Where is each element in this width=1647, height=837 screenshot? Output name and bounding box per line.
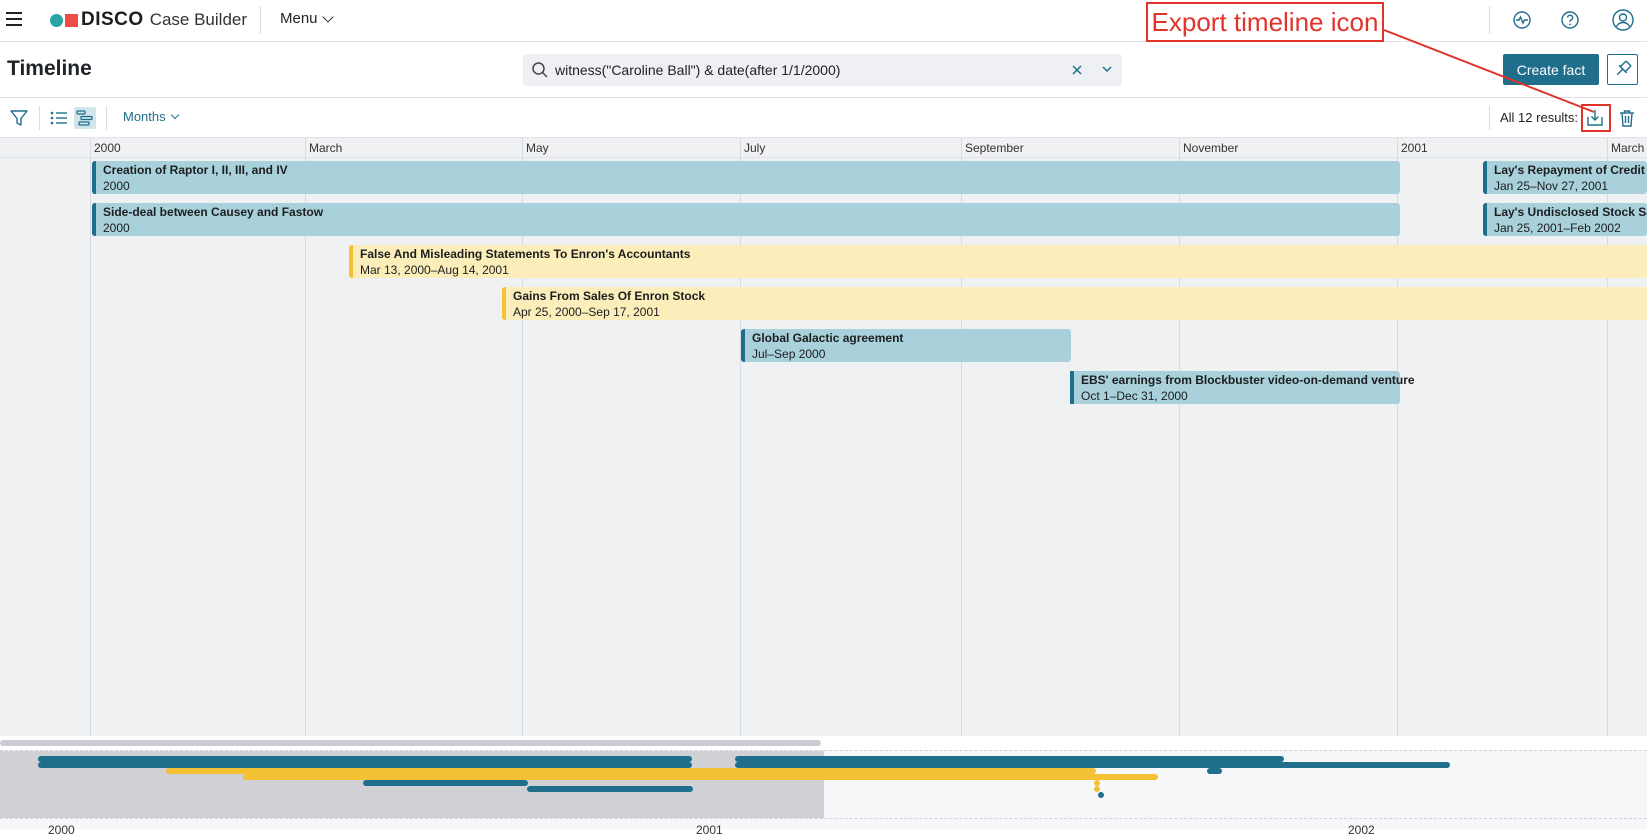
title-row: Timeline Create fact bbox=[0, 42, 1647, 98]
fact-date: Jul–Sep 2000 bbox=[752, 347, 826, 361]
logo-brand: DISCO bbox=[81, 9, 144, 30]
results-count: All 12 results: bbox=[1500, 110, 1579, 125]
horizontal-scrollbar[interactable] bbox=[0, 740, 821, 746]
logo-square bbox=[65, 13, 78, 27]
timeline-fact-bar[interactable]: Creation of Raptor I, II, III, and IV 20… bbox=[92, 161, 1400, 194]
create-fact-button[interactable]: Create fact bbox=[1503, 54, 1599, 85]
overview-bar bbox=[363, 780, 528, 786]
axis-label: March bbox=[1611, 141, 1645, 155]
fact-title: False And Misleading Statements To Enron… bbox=[360, 247, 691, 261]
axis-label: July bbox=[744, 141, 766, 155]
chevron-down-icon bbox=[170, 110, 179, 119]
user-icon[interactable] bbox=[1611, 8, 1635, 32]
overview-axis-label: 2002 bbox=[1348, 823, 1375, 837]
axis-rule bbox=[0, 157, 1647, 158]
axis-label: May bbox=[526, 141, 549, 155]
timeline-view-icon[interactable] bbox=[74, 107, 96, 129]
fact-date: Oct 1–Dec 31, 2000 bbox=[1081, 389, 1188, 403]
axis-label: 2000 bbox=[94, 141, 121, 155]
fact-date: Apr 25, 2000–Sep 17, 2001 bbox=[513, 305, 660, 319]
hamburger-icon[interactable] bbox=[6, 12, 22, 26]
divider bbox=[39, 106, 40, 130]
search-bar[interactable] bbox=[523, 54, 1122, 86]
fact-title: Lay's Repayment of Credit bbox=[1494, 163, 1645, 177]
timeline-fact-bar[interactable]: EBS' earnings from Blockbuster video-on-… bbox=[1070, 371, 1415, 404]
bar-edge bbox=[1483, 161, 1487, 194]
timeline-fact-bar[interactable]: Lay's Undisclosed Stock Sa Jan 25, 2001–… bbox=[1483, 203, 1647, 236]
activity-icon[interactable] bbox=[1511, 9, 1533, 31]
timeline-fact-bar[interactable]: Gains From Sales Of Enron Stock Apr 25, … bbox=[502, 287, 1647, 320]
search-input[interactable] bbox=[555, 54, 1055, 86]
zoom-select[interactable]: Months bbox=[123, 109, 179, 124]
fact-title: Lay's Undisclosed Stock Sa bbox=[1494, 205, 1647, 219]
divider bbox=[260, 6, 261, 34]
fact-title: Gains From Sales Of Enron Stock bbox=[513, 289, 706, 303]
timeline-canvas[interactable]: 2000 March May July September November 2… bbox=[0, 138, 1647, 736]
bar-edge bbox=[92, 161, 96, 194]
search-icon bbox=[532, 62, 548, 78]
bar-edge bbox=[92, 203, 96, 236]
menu-label: Menu bbox=[280, 10, 318, 27]
overview-axis-label: 2000 bbox=[48, 823, 75, 837]
top-bar: DISCO Case Builder Menu bbox=[0, 0, 1647, 42]
bar-edge bbox=[1483, 203, 1487, 236]
fact-date: 2000 bbox=[103, 179, 130, 193]
axis-label: March bbox=[309, 141, 343, 155]
bar-edge bbox=[502, 287, 506, 320]
overview-bar bbox=[527, 786, 693, 792]
timeline-fact-bar[interactable]: Side-deal between Causey and Fastow 2000 bbox=[92, 203, 1400, 236]
zoom-label: Months bbox=[123, 109, 166, 124]
annotation-callout: Export timeline icon bbox=[1146, 2, 1384, 42]
logo-dot bbox=[50, 13, 63, 27]
timeline-fact-bar[interactable]: False And Misleading Statements To Enron… bbox=[349, 245, 1647, 278]
overview-marker bbox=[1094, 786, 1100, 792]
divider bbox=[106, 106, 107, 130]
axis-label: November bbox=[1183, 141, 1239, 155]
fact-title: EBS' earnings from Blockbuster video-on-… bbox=[1081, 373, 1415, 387]
gridline bbox=[90, 138, 91, 736]
fact-date: Jan 25, 2001–Feb 2002 bbox=[1494, 221, 1621, 235]
chevron-down-icon bbox=[321, 10, 334, 23]
axis-label: September bbox=[965, 141, 1024, 155]
axis-label: 2001 bbox=[1401, 141, 1428, 155]
logo-product: Case Builder bbox=[149, 10, 248, 29]
help-icon[interactable] bbox=[1559, 9, 1581, 31]
timeline-overview[interactable]: 2000 2001 2002 bbox=[0, 750, 1647, 837]
overview-axis-label: 2001 bbox=[696, 823, 723, 837]
overview-divider bbox=[0, 818, 1647, 819]
bar-edge bbox=[349, 245, 353, 278]
export-highlight bbox=[1581, 104, 1611, 132]
fact-date: 2000 bbox=[103, 221, 130, 235]
fact-title: Side-deal between Causey and Fastow bbox=[103, 205, 324, 219]
pin-button[interactable] bbox=[1607, 54, 1638, 85]
chevron-down-icon[interactable] bbox=[1100, 62, 1114, 76]
menu-button[interactable]: Menu bbox=[280, 10, 334, 27]
close-icon[interactable] bbox=[1070, 63, 1084, 77]
trash-icon[interactable] bbox=[1616, 107, 1638, 129]
bar-edge bbox=[741, 329, 745, 362]
divider bbox=[1489, 6, 1490, 34]
overview-marker bbox=[1098, 792, 1104, 798]
fact-date: Mar 13, 2000–Aug 14, 2001 bbox=[360, 263, 509, 277]
fact-date: Jan 25–Nov 27, 2001 bbox=[1494, 179, 1609, 193]
fact-title: Creation of Raptor I, II, III, and IV bbox=[103, 163, 288, 177]
fact-title: Global Galactic agreement bbox=[752, 331, 904, 345]
list-view-icon[interactable] bbox=[48, 107, 70, 129]
timeline-fact-bar[interactable]: Lay's Repayment of Credit Jan 25–Nov 27,… bbox=[1483, 161, 1647, 194]
timeline-fact-bar[interactable]: Global Galactic agreement Jul–Sep 2000 bbox=[741, 329, 1071, 362]
overview-bar bbox=[1207, 768, 1222, 774]
timeline-toolbar: Months All 12 results: bbox=[0, 98, 1647, 138]
divider bbox=[1489, 106, 1490, 130]
bar-edge bbox=[1070, 371, 1074, 404]
pin-icon bbox=[1616, 60, 1632, 76]
filter-icon[interactable] bbox=[8, 107, 30, 129]
app-logo[interactable]: DISCO Case Builder bbox=[50, 9, 247, 31]
page-title: Timeline bbox=[7, 57, 92, 80]
